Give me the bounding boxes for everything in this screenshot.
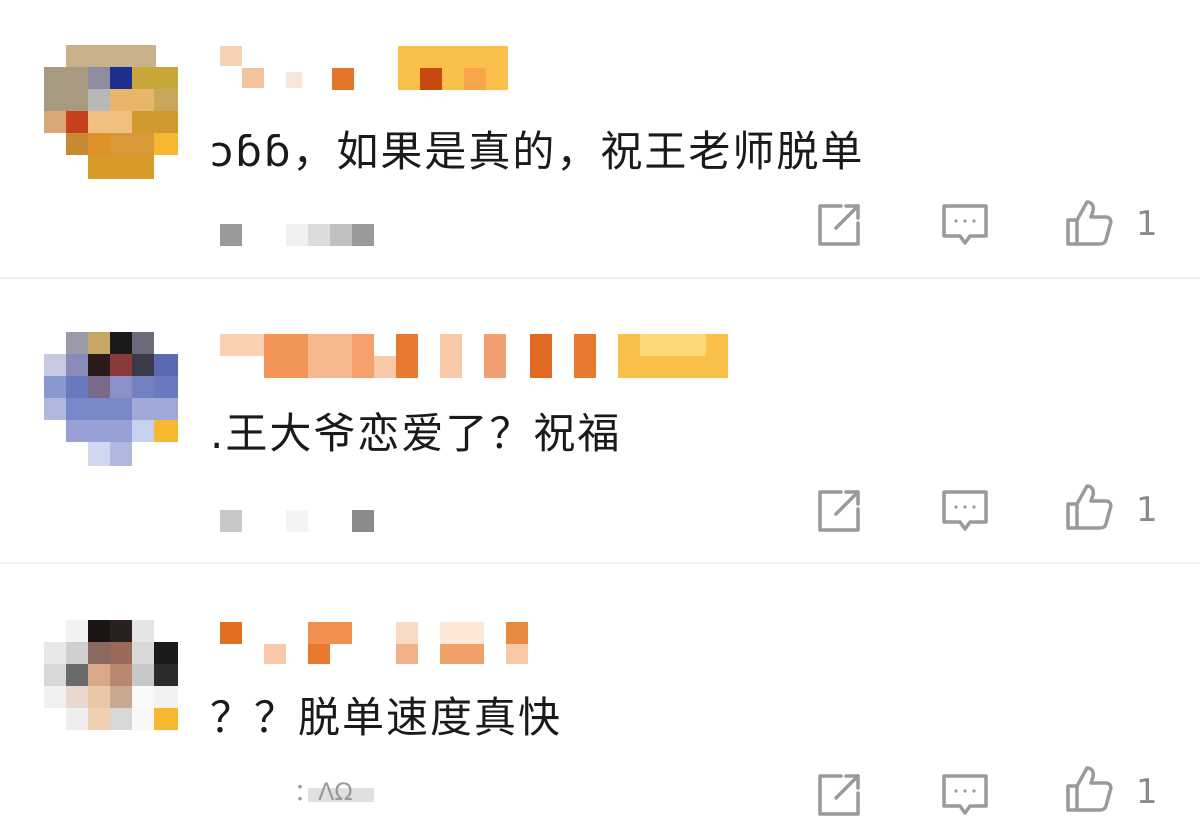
avatar[interactable] — [44, 45, 178, 179]
comment-icon[interactable] — [940, 770, 990, 820]
thumbs-up-icon[interactable] — [1064, 482, 1114, 532]
comment-icon[interactable] — [940, 486, 990, 536]
comment-time — [220, 224, 380, 250]
like-count: 1 — [1136, 204, 1158, 244]
comment-time: ：ΛΩ — [220, 778, 380, 806]
avatar[interactable] — [44, 332, 178, 466]
like-count: 1 — [1136, 772, 1158, 812]
thumbs-up-icon[interactable] — [1064, 764, 1114, 814]
comment-item: .王大爷恋爱了？祝福 1 — [0, 280, 1200, 560]
avatar[interactable] — [44, 620, 178, 754]
comment-item: ɔɓɓ，如果是真的，祝王老师脱单 1 — [0, 0, 1200, 278]
comment-item: ？？脱单速度真快 ：ΛΩ 1 — [0, 564, 1200, 816]
username[interactable] — [220, 46, 520, 94]
comment-icon[interactable] — [940, 200, 990, 250]
comment-text: .王大爷恋爱了？祝福 — [210, 409, 622, 458]
time-text: ：ΛΩ — [294, 778, 353, 806]
divider — [0, 277, 1200, 279]
share-icon[interactable] — [814, 486, 864, 536]
share-icon[interactable] — [814, 200, 864, 250]
share-icon[interactable] — [814, 770, 864, 820]
thumbs-up-icon[interactable] — [1064, 198, 1114, 248]
username[interactable] — [220, 622, 550, 670]
username[interactable] — [220, 334, 740, 382]
comment-text: ɔɓɓ，如果是真的，祝王老师脱单 — [210, 127, 865, 176]
like-count: 1 — [1136, 490, 1158, 530]
comment-time — [220, 510, 380, 536]
comment-text: ？？脱单速度真快 — [210, 693, 563, 742]
